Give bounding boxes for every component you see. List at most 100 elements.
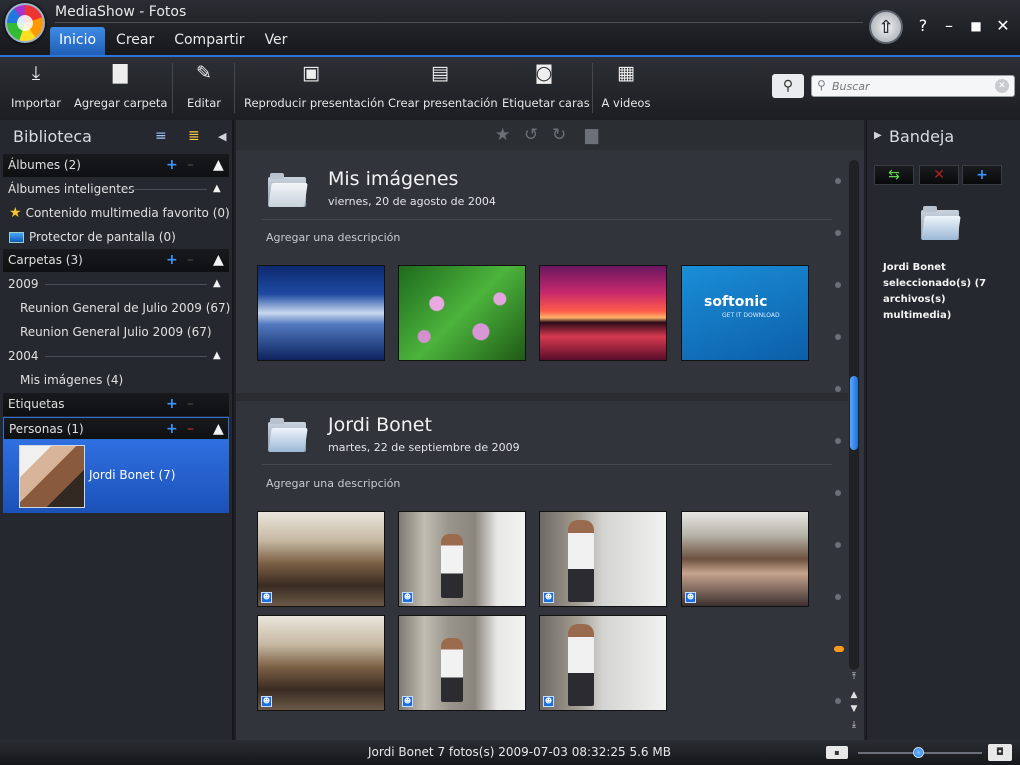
photo-thumbnail[interactable]: ☻ (539, 615, 667, 711)
photo-thumbnail[interactable]: ☻ (257, 615, 385, 711)
smart-albums-header[interactable]: Álbumes inteligentes ▲ (3, 177, 229, 201)
timeline-dot[interactable] (835, 594, 841, 600)
add-album-icon[interactable]: + (166, 154, 178, 176)
timeline-dot[interactable] (835, 334, 841, 340)
collapse-folders-icon[interactable]: ▲ (213, 249, 224, 271)
photo-thumbnail[interactable]: ☻ (398, 615, 526, 711)
scroll-down-icon[interactable]: ▼ (849, 704, 859, 714)
collapse-people-icon[interactable]: ▲ (213, 418, 224, 440)
add-folder-button[interactable]: ▇ Agregar carpeta (74, 61, 167, 117)
expand-tray-icon[interactable]: ▶ (874, 130, 882, 141)
list-item-favorites[interactable]: ★ Contenido multimedia favorito (0) (0, 201, 232, 225)
year-2004-header[interactable]: 2004 ▲ (3, 344, 229, 368)
rotate-right-icon[interactable]: ↻ (552, 125, 566, 145)
zoom-in-button[interactable]: ◘ (988, 744, 1012, 761)
remove-folder-icon[interactable]: – (187, 249, 194, 271)
zoom-slider-handle[interactable] (912, 747, 924, 758)
import-label: Importar (11, 96, 61, 110)
star-icon[interactable]: ★ (495, 125, 510, 145)
collapse-2009-icon[interactable]: ▲ (213, 272, 221, 296)
photo-thumbnail[interactable] (257, 265, 385, 361)
add-button[interactable]: + (962, 165, 1002, 185)
collapse-smart-albums-icon[interactable]: ▲ (213, 177, 221, 201)
remove-tag-icon[interactable]: – (187, 393, 194, 415)
timeline-dot[interactable] (835, 490, 841, 496)
person-tag-icon: ☻ (402, 696, 413, 707)
photo-thumbnail[interactable]: ☻ (398, 511, 526, 607)
scroll-thumb[interactable] (850, 376, 858, 450)
person-search-icon: ⚲ (782, 78, 794, 94)
photo-thumbnail[interactable]: ☻ (257, 511, 385, 607)
add-description-field[interactable]: Agregar una descripción (266, 477, 400, 490)
play-slideshow-button[interactable]: ▣ Reproducir presentación (244, 61, 384, 117)
year-2009-header[interactable]: 2009 ▲ (3, 272, 229, 296)
remove-from-tray-button[interactable]: ✕ (919, 165, 959, 185)
person-tag-icon: ☻ (261, 592, 272, 603)
create-slideshow-button[interactable]: ▤ Crear presentación (388, 61, 498, 117)
zoom-out-button[interactable]: ▪ (826, 746, 848, 759)
favorites-label: Contenido multimedia favorito (0) (25, 206, 230, 220)
timeline-dot[interactable] (835, 282, 841, 288)
list-item-folder[interactable]: Mis imágenes (4) (0, 368, 232, 392)
view-list-icon[interactable]: ≣ (188, 128, 200, 144)
scroll-bottom-icon[interactable]: ⤓ (849, 720, 859, 730)
help-button[interactable]: ? (912, 15, 934, 37)
face-search-button[interactable]: ⚲ (772, 74, 804, 98)
group-separator (236, 393, 848, 401)
minimize-button[interactable]: – (938, 15, 960, 37)
import-button[interactable]: ⤓ Importar (8, 61, 64, 117)
add-to-tray-button[interactable]: ⇆ (874, 165, 914, 185)
timeline-marker[interactable] (834, 646, 844, 652)
search-input[interactable] (832, 78, 992, 94)
edit-label: Editar (186, 96, 222, 110)
to-video-button[interactable]: ▦ A videos (598, 61, 654, 117)
close-button[interactable]: ✕ (992, 15, 1014, 37)
add-person-icon[interactable]: + (166, 418, 178, 440)
albums-section[interactable]: Álbumes (2) + – ▲ (3, 154, 229, 177)
edit-button[interactable]: ✎ Editar (180, 61, 228, 117)
rotate-left-icon[interactable]: ↺ (524, 125, 538, 145)
clear-search-icon[interactable]: ✕ (995, 79, 1009, 93)
create-slideshow-icon: ▤ (431, 62, 449, 84)
tab-ver[interactable]: Ver (256, 27, 297, 55)
timeline-dot[interactable] (835, 386, 841, 392)
add-description-field[interactable]: Agregar una descripción (266, 231, 400, 244)
tab-crear[interactable]: Crear (107, 27, 163, 55)
list-item-folder[interactable]: Reunion General Julio 2009 (67) (0, 320, 232, 344)
list-item-person[interactable]: Jordi Bonet (7) (3, 440, 229, 513)
tags-section[interactable]: Etiquetas + – (3, 393, 229, 416)
folders-section[interactable]: Carpetas (3) + – ▲ (3, 249, 229, 272)
maximize-button[interactable]: ■ (965, 15, 987, 37)
photo-thumbnail[interactable]: ☻ (539, 511, 667, 607)
scroll-top-icon[interactable]: ⤒ (849, 672, 859, 682)
timeline-dot[interactable] (835, 542, 841, 548)
timeline-dot[interactable] (835, 438, 841, 444)
tag-faces-button[interactable]: ◙ Etiquetar caras (502, 61, 590, 117)
list-item-folder[interactable]: Reunion General de Julio 2009 (67) (0, 296, 232, 320)
play-slideshow-icon: ▣ (302, 62, 320, 84)
photo-thumbnail[interactable] (539, 265, 667, 361)
vertical-scrollbar[interactable]: ⤒ ▲ ▼ ⤓ (849, 158, 859, 740)
timeline-dot[interactable] (835, 230, 841, 236)
collapse-albums-icon[interactable]: ▲ (213, 154, 224, 176)
remove-album-icon[interactable]: – (187, 154, 194, 176)
collapse-2004-icon[interactable]: ▲ (213, 344, 221, 368)
upgrade-button[interactable]: ⇧ (869, 10, 903, 44)
collapse-panel-icon[interactable]: ◀ (218, 130, 226, 143)
add-tag-icon[interactable]: + (166, 393, 178, 415)
list-item-screensaver[interactable]: Protector de pantalla (0) (0, 225, 232, 249)
folder-icon (921, 206, 961, 240)
people-section[interactable]: Personas (1) + – ▲ (3, 417, 229, 440)
photo-thumbnail[interactable]: softonic GET IT DOWNLOAD (681, 265, 809, 361)
timeline-dot[interactable] (835, 178, 841, 184)
sort-list-icon[interactable]: ≡ (155, 128, 167, 144)
photo-thumbnail[interactable] (398, 265, 526, 361)
photo-thumbnail[interactable]: ☻ (681, 511, 809, 607)
tab-compartir[interactable]: Compartir (165, 27, 253, 55)
remove-person-icon[interactable]: – (187, 418, 194, 440)
add-folder-icon[interactable]: + (166, 249, 178, 271)
timeline-dot[interactable] (835, 698, 841, 704)
folder-icon[interactable]: ▆ (585, 125, 598, 145)
scroll-up-icon[interactable]: ▲ (849, 690, 859, 700)
tab-inicio[interactable]: Inicio (50, 27, 106, 55)
